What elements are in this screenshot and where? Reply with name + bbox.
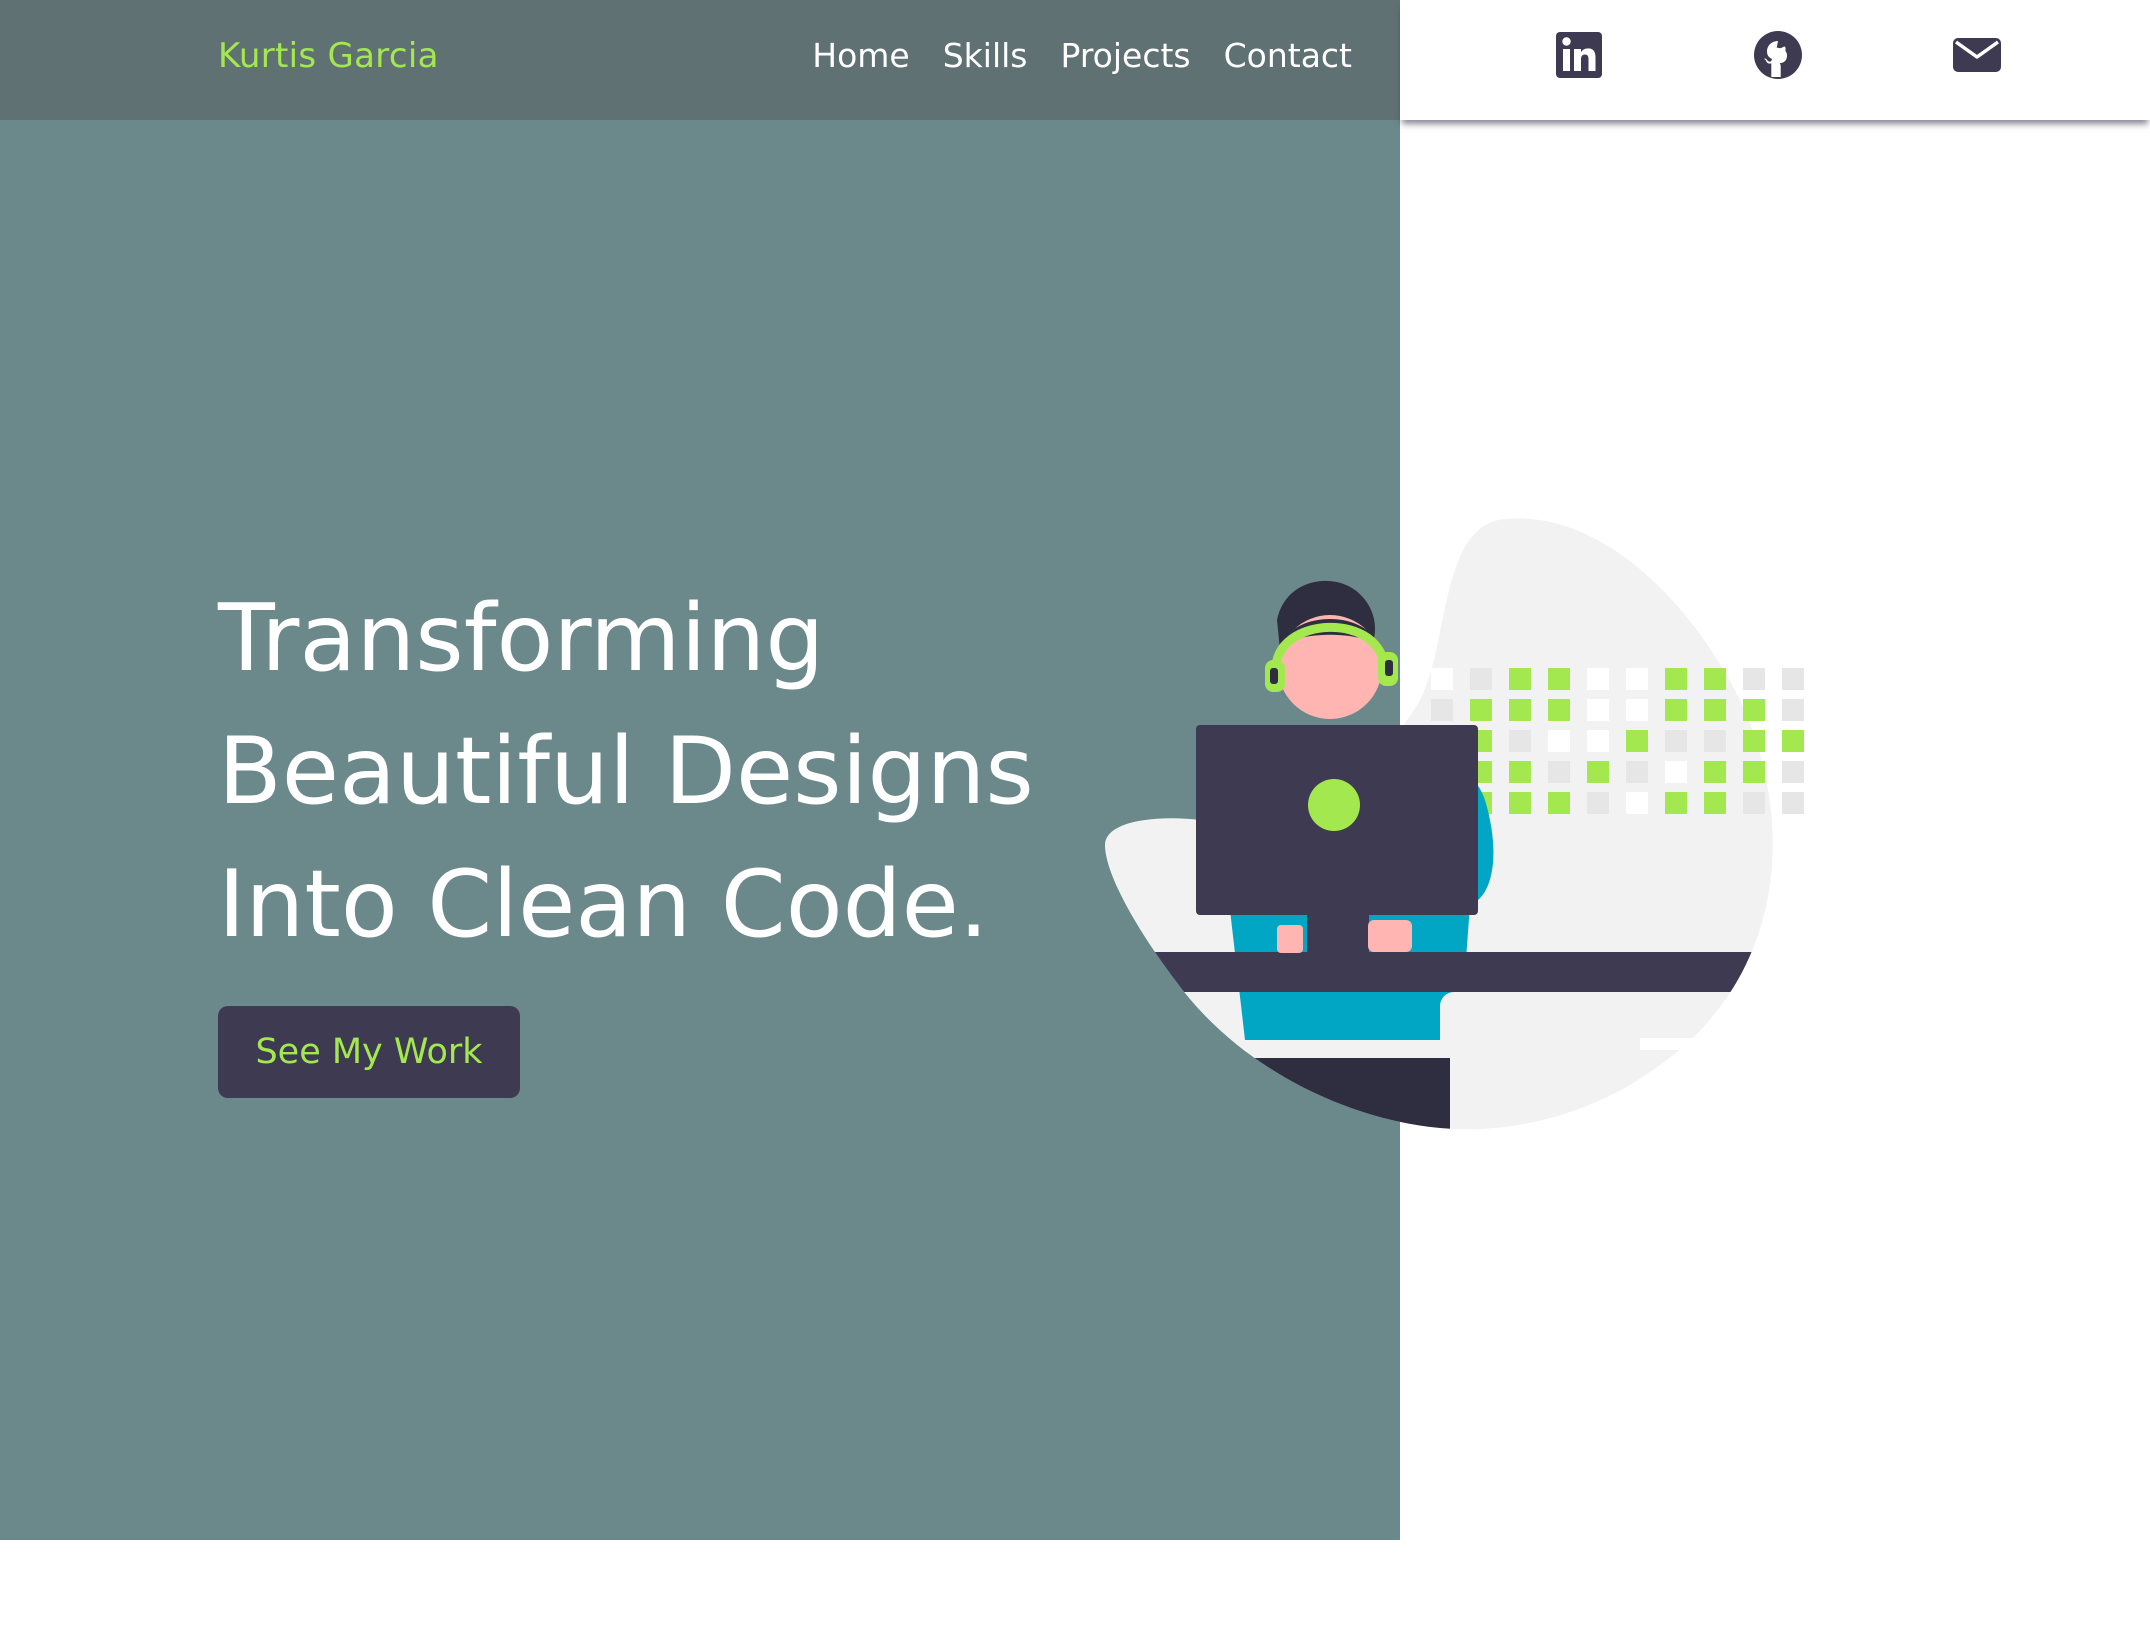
social-links-bar <box>1400 0 2150 120</box>
headline-line: Into Clean Code. <box>218 850 989 958</box>
desk <box>1105 952 1773 992</box>
github-icon[interactable] <box>1753 30 1803 80</box>
nav-link-projects[interactable]: Projects <box>1061 36 1191 75</box>
person-hand <box>1277 925 1303 953</box>
person-hand <box>1368 920 1412 952</box>
developer-illustration <box>1105 518 1804 1130</box>
see-my-work-button[interactable]: See My Work <box>218 1006 520 1098</box>
linkedin-icon[interactable] <box>1554 30 1604 80</box>
nav-link-home[interactable]: Home <box>812 36 909 75</box>
brand-name[interactable]: Kurtis Garcia <box>218 36 439 76</box>
hero-headline: Transforming Beautiful Designs Into Clea… <box>218 572 1118 971</box>
nav-link-contact[interactable]: Contact <box>1224 36 1352 75</box>
envelope-icon[interactable] <box>1952 30 2002 80</box>
nav-link-skills[interactable]: Skills <box>943 36 1028 75</box>
headline-line: Transforming <box>218 584 825 692</box>
headline-line: Beautiful Designs <box>218 717 1034 825</box>
monitor-logo-dot <box>1308 779 1360 831</box>
nav-links: Home Skills Projects Contact <box>812 36 1352 75</box>
person-legs <box>1230 1058 1450 1130</box>
chair <box>1440 992 1640 1130</box>
navbar: Kurtis Garcia Home Skills Projects Conta… <box>0 0 1400 120</box>
person-head <box>1277 580 1382 719</box>
